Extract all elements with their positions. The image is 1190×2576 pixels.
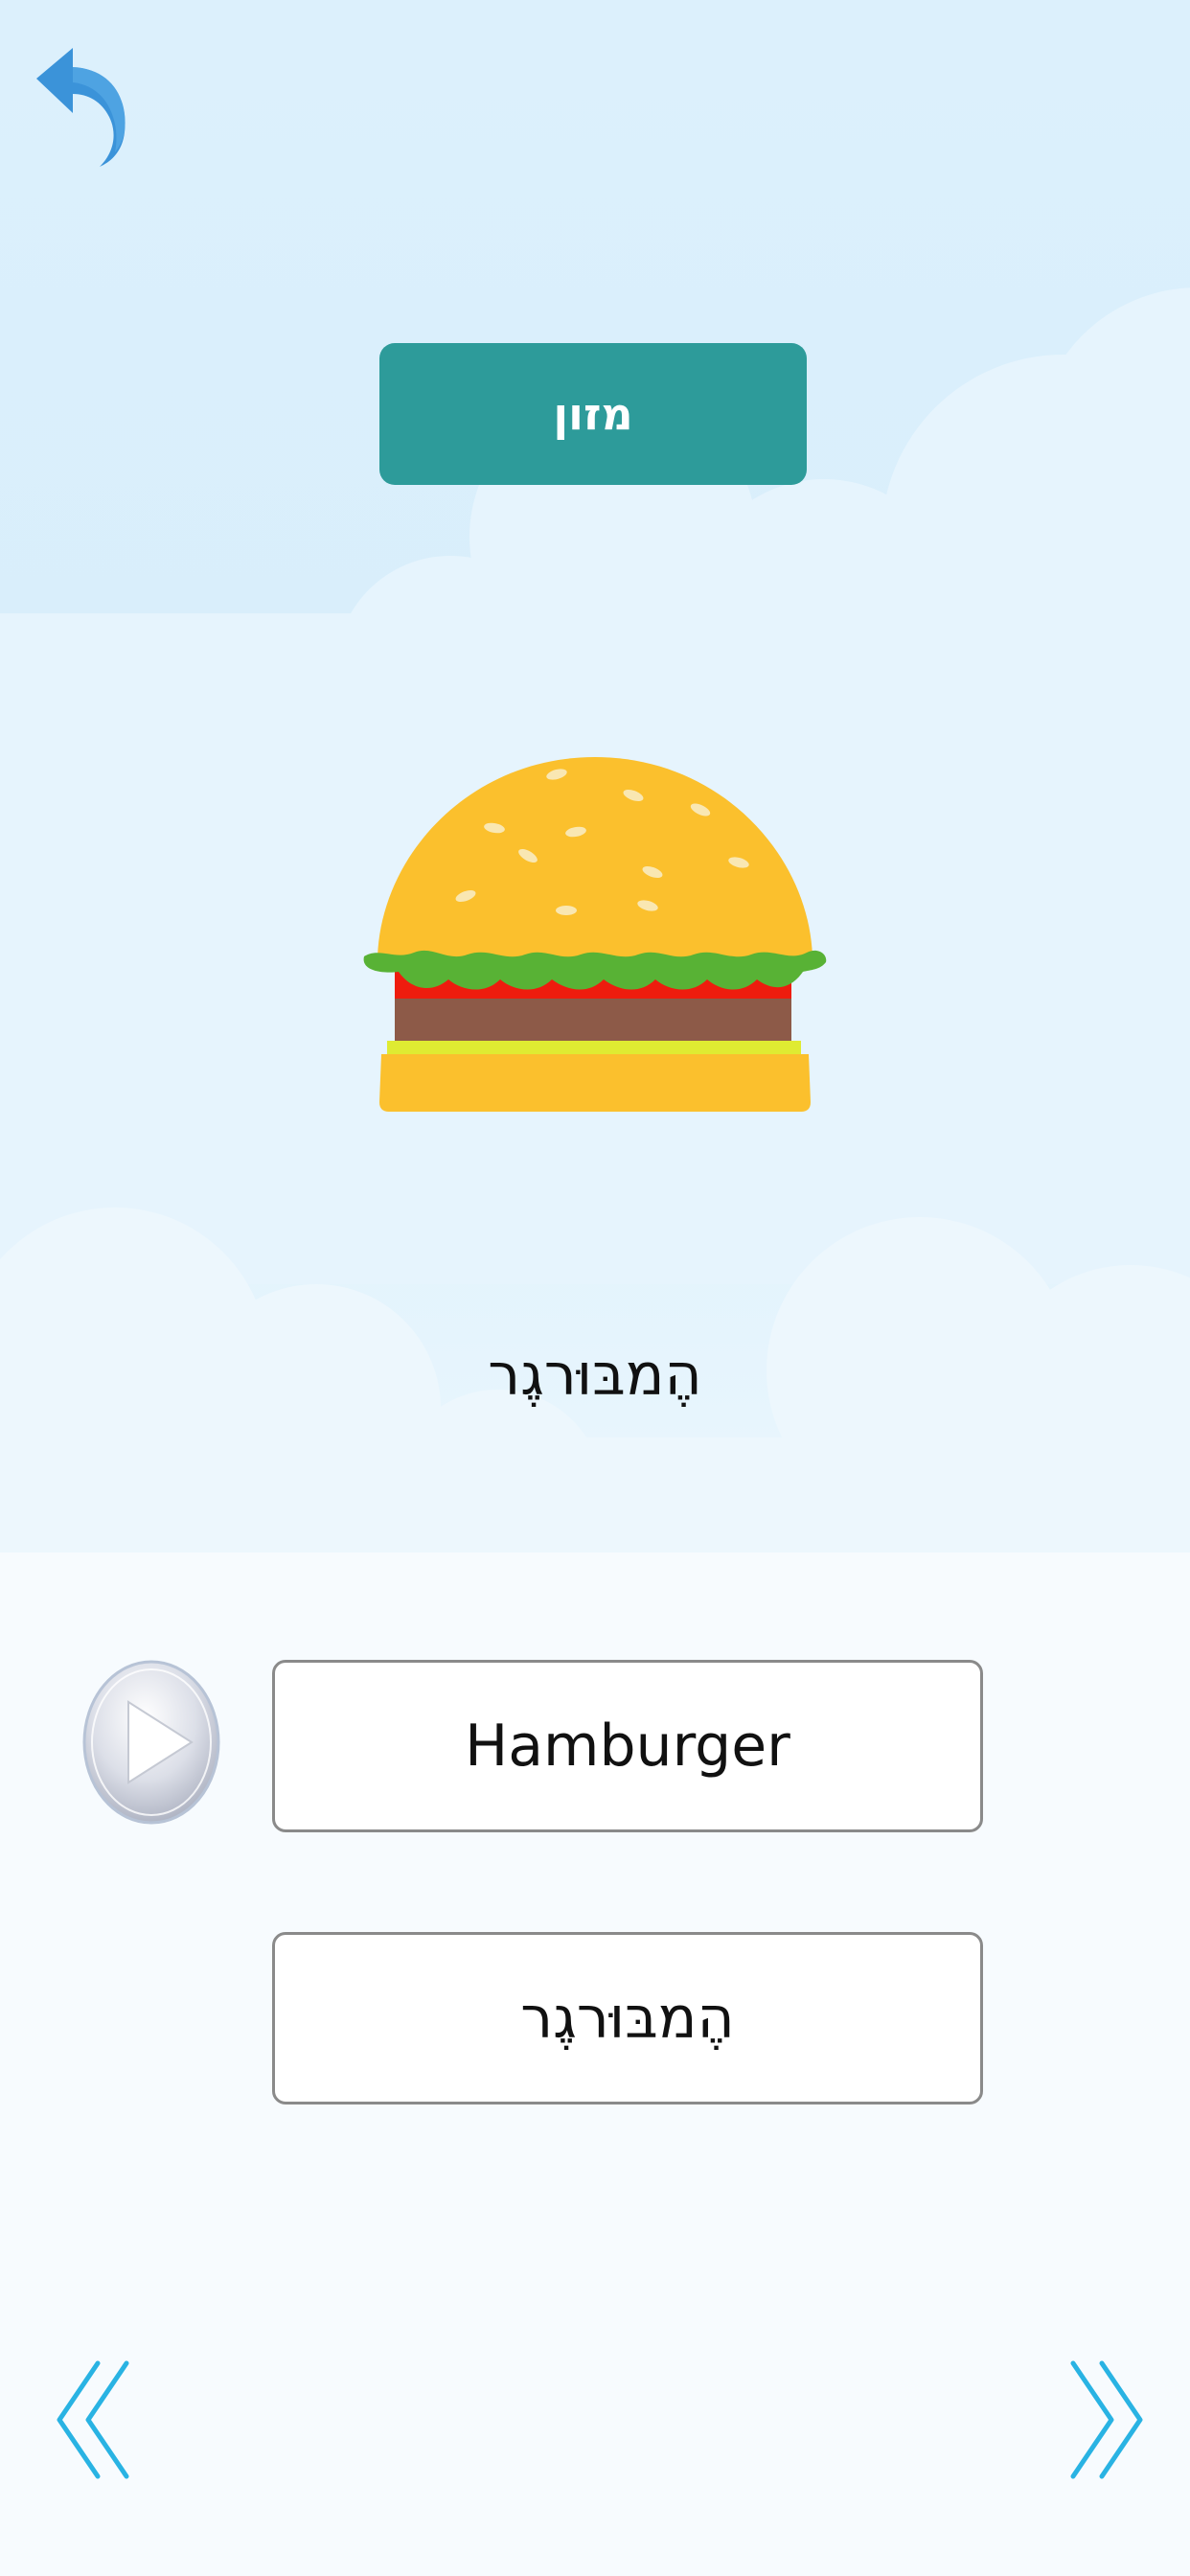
play-icon bbox=[82, 1660, 220, 1825]
back-button[interactable] bbox=[29, 44, 134, 169]
answer-english-button[interactable]: Hamburger bbox=[272, 1660, 983, 1832]
next-button[interactable] bbox=[1065, 2358, 1146, 2482]
back-arrow-icon bbox=[36, 48, 126, 167]
category-badge: מזון bbox=[379, 343, 807, 485]
double-chevron-right-icon bbox=[1070, 2360, 1143, 2479]
word-heading: הֶמבּוּרגֶר bbox=[488, 1342, 702, 1409]
double-chevron-left-icon bbox=[57, 2360, 129, 2479]
hamburger-icon bbox=[363, 757, 827, 1112]
answer-hebrew-label: הֶמבּוּרגֶר bbox=[520, 1985, 735, 2052]
category-label: מזון bbox=[553, 388, 633, 440]
previous-button[interactable] bbox=[54, 2358, 134, 2482]
answer-english-label: Hamburger bbox=[465, 1713, 790, 1780]
answer-hebrew-button[interactable]: הֶמבּוּרגֶר bbox=[272, 1932, 983, 2104]
play-audio-button[interactable] bbox=[82, 1660, 220, 1825]
flashcard-screen: מזון הֶמבּוּרגֶר Hamburger הֶמבּוּרגֶר bbox=[0, 0, 1190, 2576]
